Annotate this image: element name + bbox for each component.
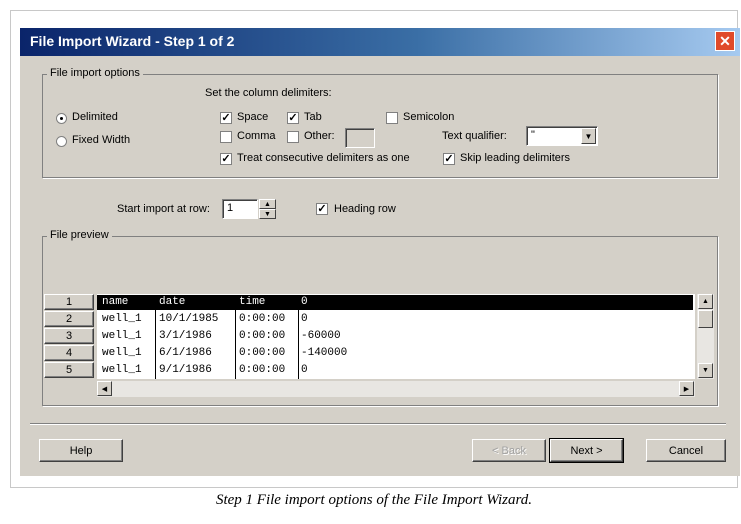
- preview-cell: well_1: [102, 347, 142, 359]
- start-import-label: Start import at row:: [117, 203, 210, 215]
- preview-cell: 0:00:00: [239, 364, 286, 376]
- checkbox-semicolon-label: Semicolon: [403, 111, 455, 123]
- vertical-scrollbar[interactable]: ▲ ▼: [697, 294, 714, 379]
- spin-down-button[interactable]: ▼: [259, 209, 276, 219]
- preview-cell: name: [102, 296, 129, 308]
- preview-cell: 3/1/1986: [159, 330, 212, 342]
- preview-cell: well_1: [102, 313, 142, 325]
- preview-row-number[interactable]: 5: [44, 362, 94, 378]
- scroll-right-icon[interactable]: ▶: [679, 381, 694, 396]
- column-divider: [298, 295, 299, 379]
- preview-cell: 0: [301, 364, 308, 376]
- file-import-options-legend: File import options: [47, 67, 143, 79]
- checkbox-comma[interactable]: [220, 131, 232, 143]
- checkbox-heading-row[interactable]: ✓: [316, 203, 328, 215]
- scroll-down-icon[interactable]: ▼: [698, 363, 713, 378]
- checkbox-treat-consecutive[interactable]: ✓: [220, 153, 232, 165]
- radio-delimited-label: Delimited: [72, 111, 118, 123]
- delimiters-heading: Set the column delimiters:: [205, 87, 332, 99]
- checkbox-other-label: Other:: [304, 130, 335, 142]
- preview-cell: well_1: [102, 364, 142, 376]
- start-row-value: 1: [227, 202, 234, 214]
- help-button[interactable]: Help: [39, 439, 123, 462]
- checkbox-space[interactable]: ✓: [220, 112, 232, 124]
- preview-cell: 0:00:00: [239, 330, 286, 342]
- figure-caption: Step 1 File import options of the File I…: [215, 492, 533, 508]
- preview-row-number[interactable]: 3: [44, 328, 94, 344]
- preview-cell: -60000: [301, 330, 341, 342]
- window-title: File Import Wizard - Step 1 of 2: [30, 33, 235, 49]
- close-icon: ✕: [719, 32, 731, 49]
- radio-fixed-width-label: Fixed Width: [72, 134, 131, 146]
- preview-cell: well_1: [102, 330, 142, 342]
- preview-cell: 0: [301, 296, 308, 308]
- checkbox-semicolon[interactable]: [386, 112, 398, 124]
- preview-row-number[interactable]: 1: [44, 294, 94, 310]
- radio-fixed-width[interactable]: [56, 136, 67, 147]
- preview-header-row: [97, 295, 693, 310]
- spin-up-button[interactable]: ▲: [259, 199, 276, 209]
- chevron-down-icon[interactable]: ▼: [581, 128, 596, 144]
- column-divider: [235, 295, 236, 379]
- title-bar[interactable]: File Import Wizard - Step 1 of 2 ✕: [20, 28, 740, 56]
- checkbox-tab-label: Tab: [304, 111, 322, 123]
- scroll-thumb[interactable]: [698, 310, 713, 328]
- preview-cell: 9/1/1986: [159, 364, 212, 376]
- file-preview-legend: File preview: [47, 229, 112, 241]
- back-button[interactable]: < Back: [472, 439, 546, 462]
- text-qualifier-value: ": [531, 129, 535, 141]
- preview-row-number[interactable]: 2: [44, 311, 94, 327]
- preview-cell: -140000: [301, 347, 348, 359]
- checkbox-tab[interactable]: ✓: [287, 112, 299, 124]
- close-button[interactable]: ✕: [715, 31, 735, 51]
- preview-row-number[interactable]: 4: [44, 345, 94, 361]
- text-qualifier-select[interactable]: " ▼: [526, 126, 598, 146]
- preview-cell: date: [159, 296, 186, 308]
- button-separator: [30, 423, 726, 424]
- scroll-up-icon[interactable]: ▲: [698, 294, 713, 309]
- preview-cell: 10/1/1985: [159, 313, 219, 325]
- horizontal-scrollbar[interactable]: ◀ ▶: [97, 381, 695, 397]
- checkbox-heading-row-label: Heading row: [334, 203, 396, 215]
- next-button[interactable]: Next >: [549, 438, 624, 463]
- checkbox-comma-label: Comma: [237, 130, 276, 142]
- scroll-left-icon[interactable]: ◀: [97, 381, 112, 396]
- preview-cell: time: [239, 296, 266, 308]
- preview-cell: 6/1/1986: [159, 347, 212, 359]
- text-qualifier-label: Text qualifier:: [442, 130, 507, 142]
- checkbox-skip-leading-label: Skip leading delimiters: [460, 152, 571, 164]
- checkbox-other[interactable]: [287, 131, 299, 143]
- preview-cell: 0:00:00: [239, 313, 286, 325]
- column-divider: [155, 295, 156, 379]
- checkbox-skip-leading[interactable]: ✓: [443, 153, 455, 165]
- checkbox-space-label: Space: [237, 111, 269, 123]
- cancel-button[interactable]: Cancel: [646, 439, 726, 462]
- preview-cell: 0:00:00: [239, 347, 286, 359]
- other-delimiter-input[interactable]: [345, 128, 375, 148]
- start-row-input[interactable]: 1: [222, 199, 258, 219]
- preview-grid[interactable]: name date time 0 well_1 10/1/1985 0:00:0…: [97, 294, 695, 379]
- preview-cell: 0: [301, 313, 308, 325]
- checkbox-treat-consecutive-label: Treat consecutive delimiters as one: [237, 152, 410, 164]
- radio-delimited[interactable]: [56, 113, 67, 124]
